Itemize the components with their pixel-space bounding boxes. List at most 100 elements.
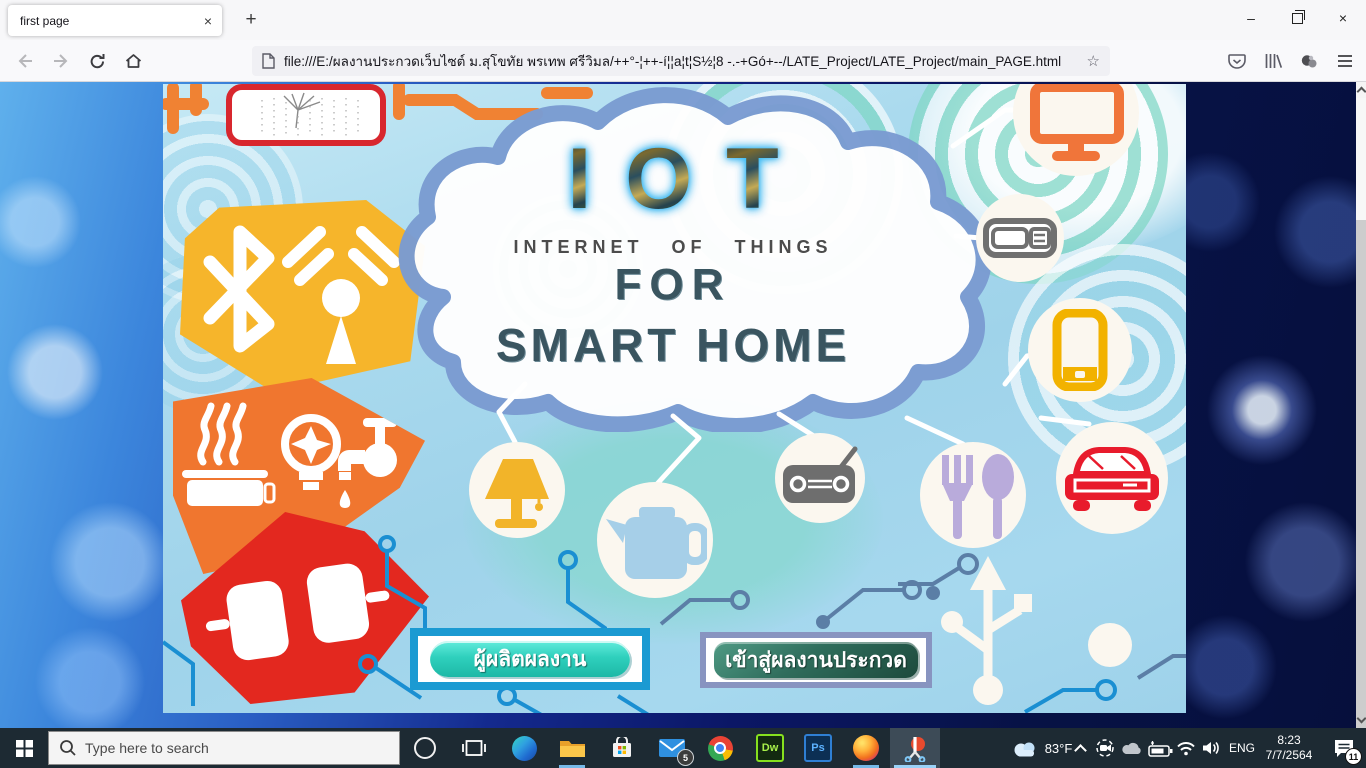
scroll-down-icon bbox=[1356, 714, 1366, 724]
menu-button[interactable] bbox=[1330, 46, 1360, 76]
taskbar-edge[interactable] bbox=[500, 728, 548, 768]
lamp-circle bbox=[469, 442, 565, 538]
monitor-icon bbox=[1028, 84, 1124, 166]
car-circle bbox=[1056, 422, 1168, 534]
dreamweaver-icon: Dw bbox=[756, 734, 784, 762]
windows-logo-icon bbox=[16, 740, 33, 757]
meet-now-icon bbox=[1095, 738, 1115, 758]
tray-language[interactable]: ENG bbox=[1224, 728, 1260, 768]
back-arrow-icon bbox=[16, 52, 34, 70]
firefox-icon bbox=[853, 735, 879, 761]
store-icon bbox=[611, 737, 633, 759]
tray-wifi[interactable] bbox=[1174, 728, 1198, 768]
browser-navbar: file:///E:/ผลงานประกวดเว็บไซต์ ม.สุโขทัย… bbox=[0, 40, 1366, 82]
router-icon bbox=[983, 215, 1057, 261]
scrollbar-thumb[interactable] bbox=[1356, 98, 1366, 220]
hamburger-icon bbox=[1337, 54, 1353, 68]
tray-onedrive[interactable] bbox=[1118, 728, 1146, 768]
kettle-icon bbox=[603, 495, 707, 585]
wifi-icon bbox=[1176, 740, 1196, 756]
taskbar-photoshop[interactable]: Ps bbox=[794, 728, 842, 768]
enter-contest-button[interactable]: เข้าสู่ผลงานประกวด bbox=[700, 632, 932, 688]
tray-clock[interactable]: 8:23 7/7/2564 bbox=[1258, 728, 1320, 768]
language-label: ENG bbox=[1229, 741, 1255, 755]
tray-chevron[interactable] bbox=[1068, 728, 1092, 768]
window-restore-button[interactable] bbox=[1274, 0, 1320, 36]
home-button[interactable] bbox=[118, 46, 148, 76]
weather-cloud-icon bbox=[1012, 740, 1038, 757]
cortana-button[interactable] bbox=[402, 728, 448, 768]
snipping-tool-icon bbox=[902, 735, 928, 762]
notification-badge: 11 bbox=[1345, 748, 1362, 765]
tab-title: first page bbox=[20, 14, 204, 28]
taskbar-search[interactable]: Type here to search bbox=[48, 731, 400, 765]
kettle-circle bbox=[597, 482, 713, 598]
monitor-circle bbox=[1013, 84, 1139, 176]
radio-circle bbox=[775, 433, 865, 523]
smartphone-icon bbox=[1051, 309, 1109, 391]
restore-icon bbox=[1292, 13, 1303, 24]
battery-plug-icon bbox=[1148, 740, 1173, 757]
taskbar-mail[interactable]: 5 bbox=[648, 728, 696, 768]
tray-battery[interactable] bbox=[1146, 728, 1174, 768]
bookmark-star-icon[interactable]: ☆ bbox=[1087, 52, 1100, 70]
photoshop-icon: Ps bbox=[804, 734, 832, 762]
scroll-up-button[interactable] bbox=[1356, 82, 1366, 98]
page-icon bbox=[262, 53, 275, 69]
pocket-icon bbox=[1227, 52, 1247, 70]
tray-volume[interactable] bbox=[1198, 728, 1224, 768]
search-icon bbox=[59, 739, 77, 757]
edge-icon bbox=[512, 736, 537, 761]
taskbar-dreamweaver[interactable]: Dw bbox=[746, 728, 794, 768]
start-button[interactable] bbox=[0, 728, 48, 768]
window-minimize-button[interactable]: – bbox=[1228, 0, 1274, 36]
cortana-icon bbox=[414, 737, 436, 759]
browser-titlebar: first page × + – × bbox=[0, 0, 1366, 40]
radio-icon bbox=[781, 445, 859, 511]
utensils-circle bbox=[920, 442, 1026, 548]
tray-notifications[interactable]: 11 bbox=[1322, 728, 1366, 768]
account-icon bbox=[1299, 53, 1319, 70]
scroll-up-icon bbox=[1356, 87, 1366, 97]
tab-close-icon[interactable]: × bbox=[204, 13, 212, 29]
reload-button[interactable] bbox=[82, 46, 112, 76]
pocket-button[interactable] bbox=[1222, 46, 1252, 76]
page-scrollbar[interactable] bbox=[1356, 82, 1366, 728]
library-icon bbox=[1264, 52, 1283, 70]
task-view-button[interactable] bbox=[450, 728, 498, 768]
chevron-up-icon bbox=[1074, 744, 1087, 757]
home-icon bbox=[124, 52, 143, 70]
windows-taskbar: Type here to search 5 bbox=[0, 728, 1366, 768]
forward-button[interactable] bbox=[46, 46, 76, 76]
fork-spoon-icon bbox=[930, 449, 1016, 541]
iot-poster: I O T INTERNET OF THINGS FOR SMART HOME bbox=[163, 84, 1186, 713]
file-explorer-icon bbox=[559, 738, 586, 759]
phone-circle bbox=[1028, 298, 1132, 402]
clock-date: 7/7/2564 bbox=[1266, 748, 1313, 763]
url-text: file:///E:/ผลงานประกวดเว็บไซต์ ม.สุโขทัย… bbox=[284, 50, 1081, 72]
forward-arrow-icon bbox=[52, 52, 70, 70]
taskbar-store[interactable] bbox=[598, 728, 646, 768]
router-circle bbox=[976, 194, 1064, 282]
enter-contest-button-label: เข้าสู่ผลงานประกวด bbox=[714, 642, 918, 678]
new-tab-button[interactable]: + bbox=[237, 7, 265, 33]
back-button[interactable] bbox=[10, 46, 40, 76]
address-bar[interactable]: file:///E:/ผลงานประกวดเว็บไซต์ ม.สุโขทัย… bbox=[252, 46, 1110, 76]
chrome-icon bbox=[708, 736, 733, 761]
library-button[interactable] bbox=[1258, 46, 1288, 76]
taskbar-firefox[interactable] bbox=[842, 728, 890, 768]
taskbar-explorer[interactable] bbox=[548, 728, 596, 768]
producer-button[interactable]: ผู้ผลิตผลงาน bbox=[410, 628, 650, 690]
lamp-icon bbox=[477, 451, 557, 529]
search-placeholder: Type here to search bbox=[85, 740, 209, 756]
browser-tab[interactable]: first page × bbox=[8, 5, 222, 36]
mail-badge: 5 bbox=[677, 749, 694, 766]
taskbar-chrome[interactable] bbox=[696, 728, 744, 768]
window-close-button[interactable]: × bbox=[1320, 0, 1366, 36]
producer-button-label: ผู้ผลิตผลงาน bbox=[430, 641, 630, 677]
account-button[interactable] bbox=[1294, 46, 1324, 76]
tray-meet-now[interactable] bbox=[1092, 728, 1118, 768]
speaker-icon bbox=[1201, 740, 1221, 756]
scroll-down-button[interactable] bbox=[1356, 712, 1366, 728]
taskbar-snipping-tool-active[interactable] bbox=[890, 728, 940, 768]
